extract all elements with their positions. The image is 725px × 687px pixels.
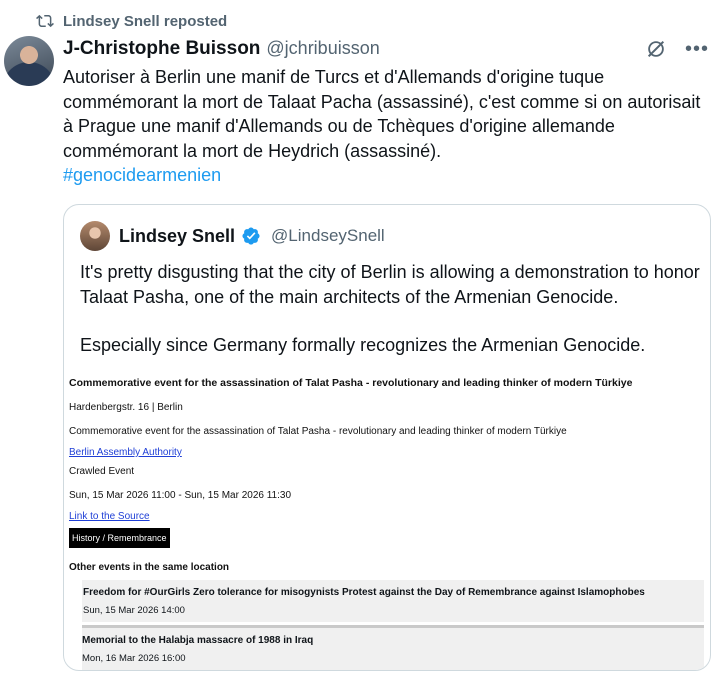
verified-badge-icon: [242, 227, 260, 245]
event-source-link[interactable]: Link to the Source: [69, 511, 709, 522]
event-title: Commemorative event for the assassinatio…: [69, 377, 633, 389]
tweet-header: J-Christophe Buisson @jchribuisson: [63, 38, 380, 60]
other-event-date: Sun, 15 Mar 2026 14:00: [83, 605, 185, 616]
tweet-actions: •••: [645, 38, 709, 60]
event-address: Hardenbergstr. 16 | Berlin: [69, 402, 183, 413]
event-category-tag: History / Remembrance: [69, 528, 170, 548]
quote-body: It's pretty disgusting that the city of …: [80, 260, 700, 358]
event-screenshot: Commemorative event for the assassinatio…: [69, 377, 709, 573]
tweet-text: Autoriser à Berlin une manif de Turcs et…: [63, 67, 701, 161]
other-event-date: Mon, 16 Mar 2026 16:00: [82, 653, 186, 664]
quote-author-name[interactable]: Lindsey Snell: [119, 226, 235, 247]
grok-icon[interactable]: [645, 38, 667, 60]
quote-paragraph-2: Especially since Germany formally recogn…: [80, 335, 646, 355]
more-options-icon[interactable]: •••: [685, 39, 709, 59]
other-events-heading: Other events in the same location: [69, 562, 230, 573]
tweet-body: Autoriser à Berlin une manif de Turcs et…: [63, 65, 713, 188]
author-handle[interactable]: @jchribuisson: [266, 38, 379, 59]
other-event-item[interactable]: Memorial to the Halabja massacre of 1988…: [82, 628, 704, 670]
repost-icon: [36, 14, 54, 28]
author-name[interactable]: J-Christophe Buisson: [63, 38, 260, 60]
event-datetime: Sun, 15 Mar 2026 11:00 - Sun, 15 Mar 202…: [69, 490, 292, 501]
author-avatar[interactable]: [4, 36, 54, 86]
event-authority-link[interactable]: Berlin Assembly Authority: [69, 447, 709, 458]
other-event-title: Freedom for #OurGirls Zero tolerance for…: [83, 587, 645, 598]
repost-label: Lindsey Snell reposted: [63, 12, 228, 30]
other-event-title: Memorial to the Halabja massacre of 1988…: [82, 635, 314, 646]
quote-header: Lindsey Snell @LindseySnell: [80, 221, 385, 251]
quote-author-handle[interactable]: @LindseySnell: [271, 226, 385, 246]
quote-avatar[interactable]: [80, 221, 110, 251]
quoted-tweet-card[interactable]: Lindsey Snell @LindseySnell It's pretty …: [63, 204, 711, 671]
event-description: Commemorative event for the assassinatio…: [69, 426, 567, 437]
repost-indicator[interactable]: Lindsey Snell reposted: [36, 12, 227, 30]
hashtag-link[interactable]: #genocidearmenien: [63, 163, 713, 188]
other-event-item[interactable]: Freedom for #OurGirls Zero tolerance for…: [82, 580, 704, 622]
quote-paragraph-1: It's pretty disgusting that the city of …: [80, 262, 700, 307]
event-crawled-label: Crawled Event: [69, 466, 135, 477]
